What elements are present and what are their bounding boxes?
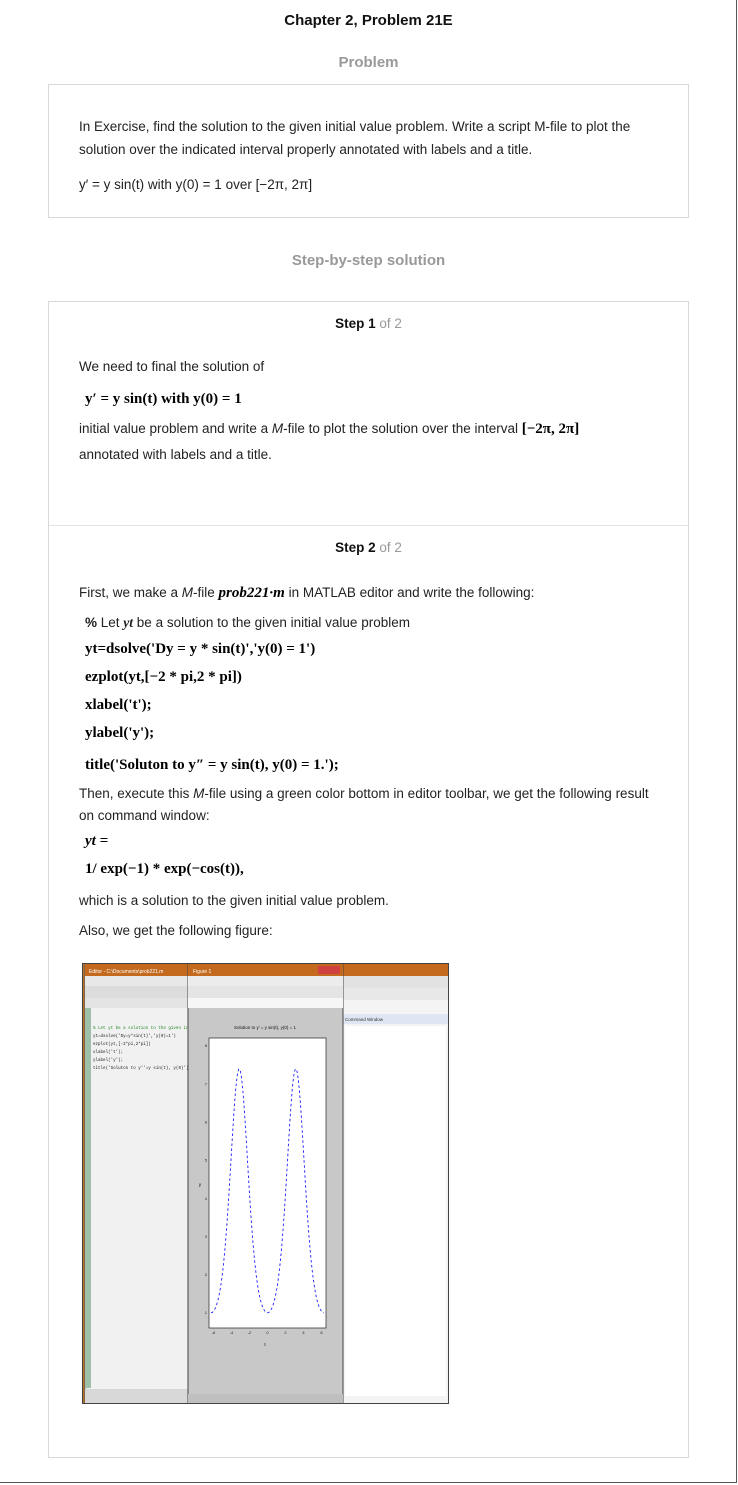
editor-title: Editor - C:\Documents\prob221.m: [89, 969, 163, 975]
code-line-4: ylabel('y');: [85, 725, 155, 741]
code-line-2: ezplot(yt,[−2 * pi,2 * pi]): [85, 669, 242, 685]
problem-heading: Problem: [338, 54, 399, 71]
step-1-equation: y′ = y sin(t) with y(0) = 1: [85, 391, 242, 407]
step-2-first-a: First, we make a: [79, 585, 182, 600]
code-line-5: title('Soluton to y″ = y sin(t), y(0) = …: [85, 757, 339, 773]
step-1-line1: initial value problem and write a M-file…: [79, 415, 658, 443]
step-1: Step 1 of 2 We need to final the solutio…: [49, 302, 688, 526]
comment-var: yt: [123, 615, 134, 630]
comment-a: Let: [97, 615, 124, 630]
comment-b: be a solution to the given initial value…: [133, 615, 410, 630]
step-2-first-b: -file: [193, 585, 219, 600]
step-2: Step 2 of 2 First, we make a M-file prob…: [49, 526, 688, 1404]
matlab-screenshot-svg: Editor - C:\Documents\prob221.m % Let yt…: [83, 964, 448, 1403]
editor-line-6: title('Soluton to y''=y sin(t), y(0)'): [93, 1066, 189, 1071]
step-2-which: which is a solution to the given initial…: [79, 893, 389, 908]
result-expression: 1/ exp(−1) * exp(−cos(t)),: [85, 861, 244, 877]
step-1-of: of 2: [379, 316, 402, 331]
step-2-label: Step 2 of 2: [79, 526, 658, 555]
step-2-comment: % Let yt be a solution to the given init…: [85, 611, 658, 635]
result-var: yt =: [85, 833, 109, 849]
step-2-of: of 2: [379, 540, 402, 555]
step-2-number: Step 2: [335, 540, 376, 555]
then-a: Then, execute this: [79, 786, 194, 801]
step-1-line1-a: initial value problem and write a: [79, 421, 272, 436]
page-title: Chapter 2, Problem 21E: [284, 12, 453, 29]
problem-text: In Exercise, find the solution to the gi…: [79, 119, 631, 157]
problem-box: In Exercise, find the solution to the gi…: [48, 84, 689, 218]
comment-mark: %: [85, 615, 98, 630]
figure-title: Figure 1: [193, 969, 212, 975]
step-2-first: First, we make a M-file prob221·m in MAT…: [79, 579, 658, 607]
step-2-also: Also, we get the following figure:: [79, 923, 273, 938]
step-1-line1-m: M: [271, 421, 284, 436]
cmd-title: Command Window: [345, 1017, 384, 1022]
solution-box: Step 1 of 2 We need to final the solutio…: [48, 301, 689, 1458]
step-1-line1-b: -file to plot the solution over the inte…: [283, 421, 522, 436]
plot-axes: [208, 1037, 327, 1329]
step-1-interval: [−2π, 2π]: [521, 421, 580, 437]
then-m: M: [193, 786, 205, 801]
problem-equation: y′ = y sin(t) with y(0) = 1 over [−2π, 2…: [79, 177, 313, 192]
editor-line-3: ezplot(yt,[-2*pi,2*pi]): [93, 1042, 151, 1047]
step-1-line2: annotated with labels and a title.: [79, 447, 272, 462]
step-2-filename: prob221·m: [218, 585, 285, 601]
code-line-1: yt=dsolve('Dy = y * sin(t)','y(0) = 1'): [85, 641, 316, 657]
step-1-number: Step 1: [335, 316, 376, 331]
editor-line-4: xlabel('t');: [93, 1050, 123, 1055]
step-2-first-m: M: [181, 585, 194, 600]
code-line-3: xlabel('t');: [85, 697, 152, 713]
editor-line-5: ylabel('y');: [93, 1058, 123, 1063]
step-1-intro: We need to final the solution of: [79, 359, 265, 374]
solution-heading: Step-by-step solution: [291, 252, 446, 269]
step-2-first-c: in MATLAB editor and write the following…: [284, 585, 535, 600]
step-2-then: Then, execute this M-file using a green …: [79, 783, 658, 827]
editor-line-2: yt=dsolve('Dy=y*sin(t)','y(0)=1'): [93, 1034, 176, 1039]
plot-title: Solution to y′ = y sin(t), y(0) = 1: [234, 1025, 297, 1030]
step-1-label: Step 1 of 2: [79, 302, 658, 331]
matlab-screenshot: Editor - C:\Documents\prob221.m % Let yt…: [82, 963, 449, 1404]
